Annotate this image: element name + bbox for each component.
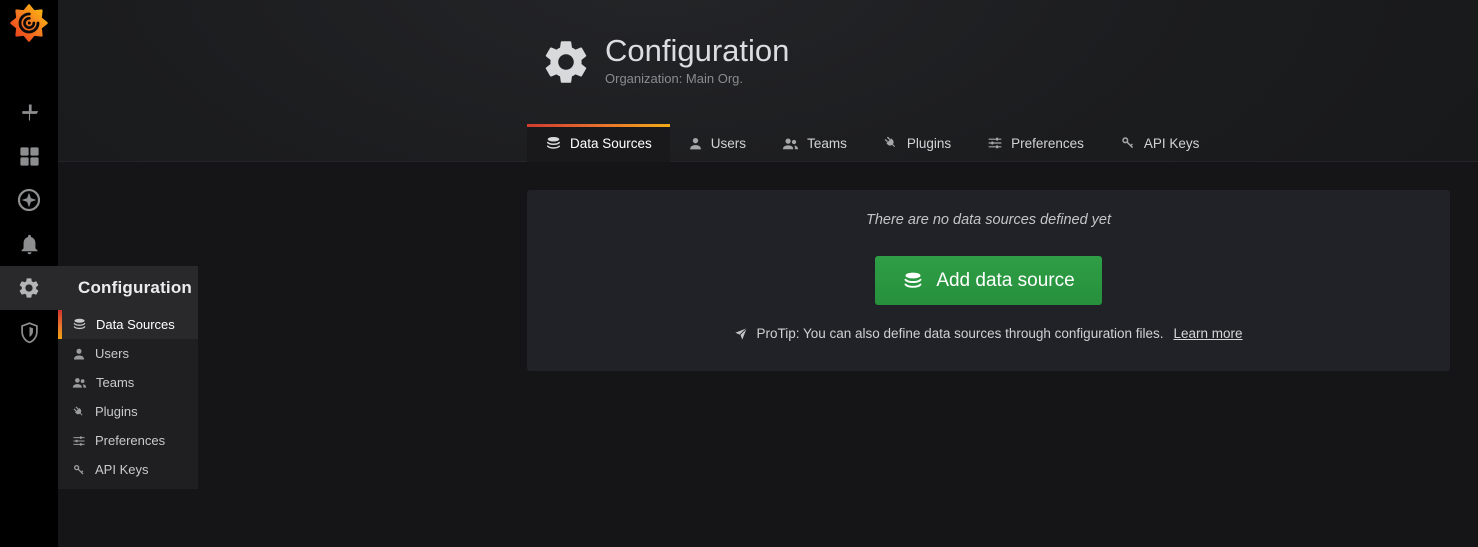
sidebar-item-explore[interactable] [0, 178, 58, 222]
key-icon [1120, 135, 1136, 151]
sidebar-item-configuration[interactable] [0, 266, 58, 310]
flyout-title[interactable]: Configuration [58, 266, 198, 310]
add-data-source-button[interactable]: Add data source [875, 256, 1101, 305]
bell-icon [18, 233, 41, 256]
flyout-item-preferences[interactable]: Preferences [58, 426, 198, 455]
plus-icon [18, 101, 41, 124]
tab-bar: Data Sources Users Teams Plugins Prefere… [527, 124, 1217, 162]
dashboards-grid-icon [18, 145, 41, 168]
plug-icon [72, 405, 86, 419]
database-icon [72, 317, 87, 332]
flyout-item-label: API Keys [95, 462, 148, 477]
flyout-item-label: Plugins [95, 404, 138, 419]
key-icon [72, 463, 86, 477]
tab-data-sources[interactable]: Data Sources [527, 124, 670, 162]
sidebar-item-create[interactable] [0, 90, 58, 134]
flyout-item-label: Preferences [95, 433, 165, 448]
grafana-logo-icon [9, 3, 49, 43]
tab-label: Users [711, 136, 746, 151]
sliders-icon [72, 434, 86, 448]
page-title: Configuration [605, 34, 789, 68]
flyout-menu: Data Sources Users Teams Plugins Prefere… [58, 310, 198, 489]
flyout-item-label: Teams [96, 375, 134, 390]
sidebar-nav [0, 90, 58, 354]
sidebar-item-server-admin[interactable] [0, 310, 58, 354]
configuration-flyout: Configuration Data Sources Users Teams P… [58, 266, 198, 489]
protip: ProTip: You can also define data sources… [734, 326, 1242, 341]
flyout-item-plugins[interactable]: Plugins [58, 397, 198, 426]
sidebar-item-dashboards[interactable] [0, 134, 58, 178]
sliders-icon [987, 135, 1003, 151]
sidebar-item-alerting[interactable] [0, 222, 58, 266]
gear-icon [540, 36, 592, 88]
tab-api-keys[interactable]: API Keys [1102, 124, 1218, 162]
flyout-item-teams[interactable]: Teams [58, 368, 198, 397]
flyout-item-api-keys[interactable]: API Keys [58, 455, 198, 484]
tab-label: Data Sources [570, 136, 652, 151]
database-icon [902, 270, 924, 292]
tab-label: Preferences [1011, 136, 1084, 151]
tab-plugins[interactable]: Plugins [865, 124, 969, 162]
learn-more-link[interactable]: Learn more [1173, 326, 1242, 341]
grafana-app: Configuration Organization: Main Org. Da… [0, 0, 1478, 547]
users-icon [72, 375, 87, 390]
users-icon [782, 135, 799, 152]
grafana-logo[interactable] [9, 3, 49, 43]
flyout-item-label: Users [95, 346, 129, 361]
flyout-item-label: Data Sources [96, 317, 175, 332]
protip-text: ProTip: You can also define data sources… [756, 326, 1163, 341]
plug-icon [883, 135, 899, 151]
rocket-icon [734, 327, 748, 341]
add-data-source-label: Add data source [936, 270, 1074, 292]
tab-preferences[interactable]: Preferences [969, 124, 1102, 162]
tab-label: API Keys [1144, 136, 1200, 151]
page-header: Configuration Organization: Main Org. Da… [58, 0, 1478, 162]
sidebar [0, 0, 58, 547]
tab-teams[interactable]: Teams [764, 124, 865, 162]
user-icon [72, 347, 86, 361]
tab-label: Teams [807, 136, 847, 151]
flyout-item-data-sources[interactable]: Data Sources [58, 310, 198, 339]
data-sources-empty-panel: There are no data sources defined yet Ad… [527, 190, 1450, 371]
page-header-title-group: Configuration Organization: Main Org. [540, 34, 789, 88]
shield-icon [18, 321, 41, 344]
compass-icon [17, 188, 41, 212]
empty-state-message: There are no data sources defined yet [866, 212, 1111, 228]
user-icon [688, 136, 703, 151]
gear-icon [17, 276, 41, 300]
tab-label: Plugins [907, 136, 951, 151]
page-subtitle: Organization: Main Org. [605, 71, 789, 86]
flyout-item-users[interactable]: Users [58, 339, 198, 368]
database-icon [545, 135, 562, 152]
tab-users[interactable]: Users [670, 124, 764, 162]
